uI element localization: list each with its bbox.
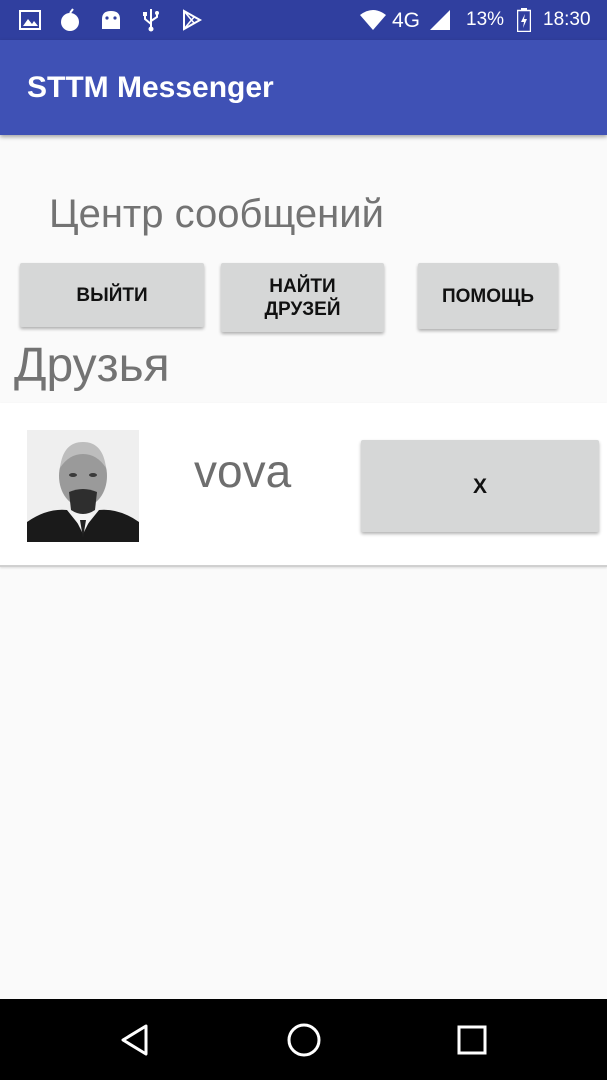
play-store-icon xyxy=(180,8,204,32)
usb-icon xyxy=(139,8,163,32)
help-button[interactable]: ПОМОЩЬ xyxy=(418,263,558,329)
clock: 18:30 xyxy=(543,9,591,30)
home-icon[interactable] xyxy=(281,1017,327,1063)
status-bar: 4G 13% 18:30 xyxy=(0,0,607,40)
image-icon xyxy=(18,8,42,32)
friend-avatar xyxy=(27,430,139,542)
friends-section-title: Друзья xyxy=(14,339,170,392)
friend-name: vova xyxy=(194,445,292,497)
network-type: 4G xyxy=(392,9,421,32)
bomb-icon xyxy=(58,8,82,32)
signal-icon xyxy=(428,8,452,32)
app-title: STTM Messenger xyxy=(27,71,274,104)
remove-friend-button[interactable]: X xyxy=(361,440,599,532)
battery-percent: 13% xyxy=(466,9,505,30)
logout-button[interactable]: ВЫЙТИ xyxy=(20,263,204,327)
back-icon[interactable] xyxy=(112,1017,158,1063)
friend-list-item[interactable]: vova X xyxy=(0,403,607,567)
page-title: Центр сообщений xyxy=(49,192,384,236)
wifi-icon xyxy=(358,8,388,32)
app-bar: STTM Messenger xyxy=(0,40,607,135)
android-icon xyxy=(99,8,123,32)
find-friends-button[interactable]: НАЙТИ ДРУЗЕЙ xyxy=(221,263,384,332)
navigation-bar xyxy=(0,999,607,1080)
recents-icon[interactable] xyxy=(449,1017,495,1063)
battery-icon xyxy=(512,8,536,32)
